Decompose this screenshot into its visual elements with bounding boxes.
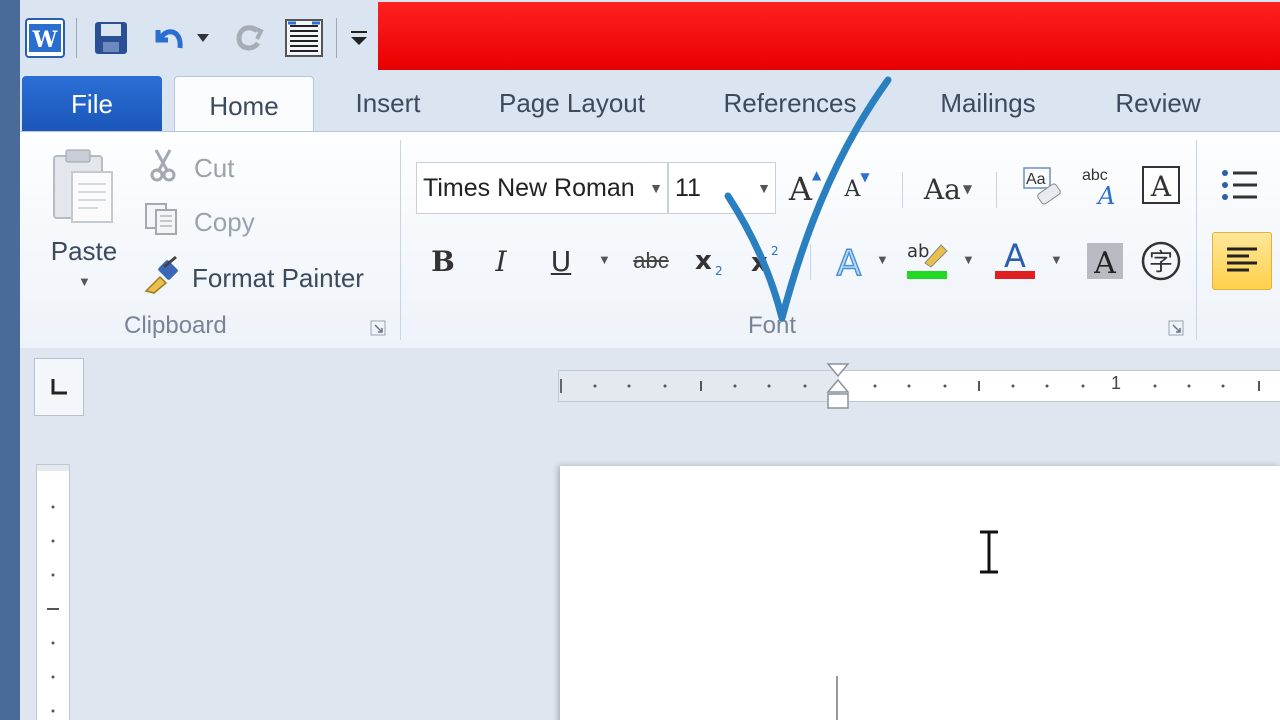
tab-file[interactable]: File [22,76,162,132]
redo-icon[interactable] [228,14,268,62]
change-case-button[interactable]: Aa ▼ [918,166,978,212]
title-bar-highlight [378,2,1280,70]
paste-dropdown-icon[interactable]: ▼ [78,274,91,289]
group-separator [1196,140,1197,340]
customize-qat-icon[interactable] [344,14,374,62]
format-painter-label: Format Painter [192,262,364,293]
paste-icon[interactable] [48,146,120,228]
word-logo-icon[interactable]: W [24,14,66,62]
font-size-value: 11 [675,173,701,202]
character-border-icon[interactable]: A [1138,162,1184,208]
undo-dropdown-icon[interactable] [192,14,214,62]
bold-button[interactable]: B [420,238,466,284]
align-left-button[interactable] [1212,232,1272,290]
shrink-font-icon: A [844,176,861,202]
clear-formatting-button[interactable]: Aa [1020,162,1066,208]
svg-text:A: A [1150,170,1172,203]
indent-marker-icon[interactable] [826,362,850,418]
svg-text:A: A [1093,246,1116,281]
document-page[interactable] [560,466,1280,720]
undo-icon[interactable] [148,14,188,62]
font-name-dropdown-icon[interactable]: ▼ [645,180,667,196]
quick-access-toolbar: W [20,0,1280,74]
font-size-dropdown-icon[interactable]: ▼ [753,180,775,196]
copy-button[interactable]: Copy [144,202,255,242]
document-workspace: 1 [20,348,1280,720]
align-left-icon [1227,247,1257,272]
tab-insert[interactable]: Insert [338,74,438,132]
svg-text:字: 字 [1149,248,1173,276]
enclose-characters-icon[interactable]: 字 [1138,238,1184,284]
bullets-icon[interactable] [1216,162,1262,208]
copy-icon [144,202,184,243]
font-name-combo[interactable]: Times New Roman ▼ [416,162,668,214]
svg-text:x: x [751,248,768,278]
ribbon-tabs: File Home Insert Page Layout References … [20,74,1280,135]
text-effects-button[interactable]: A [826,238,872,284]
tab-mailings[interactable]: Mailings [920,74,1056,132]
svg-text:W: W [32,27,58,53]
svg-text:A: A [1004,237,1026,275]
ruler-label: 1 [1111,373,1122,393]
svg-text:Aa: Aa [1026,171,1046,188]
italic-button[interactable]: I [478,238,524,284]
tab-home[interactable]: Home [174,76,314,135]
horizontal-ruler[interactable]: 1 [558,370,1280,402]
character-shading-button[interactable]: A [1082,238,1128,284]
highlight-button[interactable]: ab [904,236,950,282]
superscript-button[interactable]: x2 [744,238,790,284]
underline-dropdown-icon[interactable]: ▼ [598,252,611,267]
clipboard-group-label: Clipboard [124,312,227,339]
font-size-combo[interactable]: 11 ▼ [668,162,776,214]
svg-text:A: A [1096,182,1115,208]
grow-font-icon: A [788,170,812,208]
cut-button[interactable]: Cut [148,148,234,188]
change-case-icon: Aa [923,172,961,206]
format-painter-icon [142,255,186,302]
format-painter-button[interactable]: Format Painter [142,255,364,302]
grow-font-button[interactable]: A ▲ [782,166,828,212]
shrink-font-button[interactable]: A ▼ [834,166,880,212]
copy-label: Copy [194,206,255,237]
vertical-ruler[interactable] [36,464,70,720]
font-group-label: Font [748,312,797,339]
ruler-ticks [560,379,1260,393]
phonetic-guide-icon[interactable]: abc A [1078,162,1124,208]
svg-text:2: 2 [715,264,723,278]
tab-review[interactable]: Review [1102,74,1214,132]
font-launcher-icon[interactable] [1168,320,1184,336]
scissors-icon [148,148,184,189]
group-separator [400,140,401,340]
svg-text:2: 2 [771,244,779,258]
font-name-value: Times New Roman [423,173,635,202]
text-insertion-line [836,676,838,720]
text-effects-dropdown-icon[interactable]: ▼ [876,252,889,267]
word-window: W File Home Insert Page Layout Reference… [20,0,1280,720]
tab-selector-button[interactable] [34,358,84,416]
tab-page-layout[interactable]: Page Layout [486,74,658,132]
underline-button[interactable]: U [538,238,584,284]
font-color-button[interactable]: A [992,236,1038,282]
tab-references[interactable]: References [710,74,870,132]
svg-text:ab: ab [907,241,929,262]
vruler-ticks [37,465,69,713]
ribbon-home: Paste ▼ Cut Copy Format Painter Clipboar… [20,131,1280,349]
cut-label: Cut [194,152,235,183]
svg-text:x: x [695,246,712,276]
left-tab-icon [51,379,67,395]
save-icon[interactable] [90,14,132,62]
i-beam-cursor-icon [980,530,998,574]
subscript-button[interactable]: x2 [688,238,734,284]
line-spacing-icon[interactable] [282,14,326,62]
paste-button-label[interactable]: Paste [48,236,120,267]
svg-text:A: A [837,243,862,281]
strikethrough-button[interactable]: abc [626,238,676,284]
highlight-dropdown-icon[interactable]: ▼ [962,252,975,267]
font-color-dropdown-icon[interactable]: ▼ [1050,252,1063,267]
clipboard-launcher-icon[interactable] [370,320,386,336]
